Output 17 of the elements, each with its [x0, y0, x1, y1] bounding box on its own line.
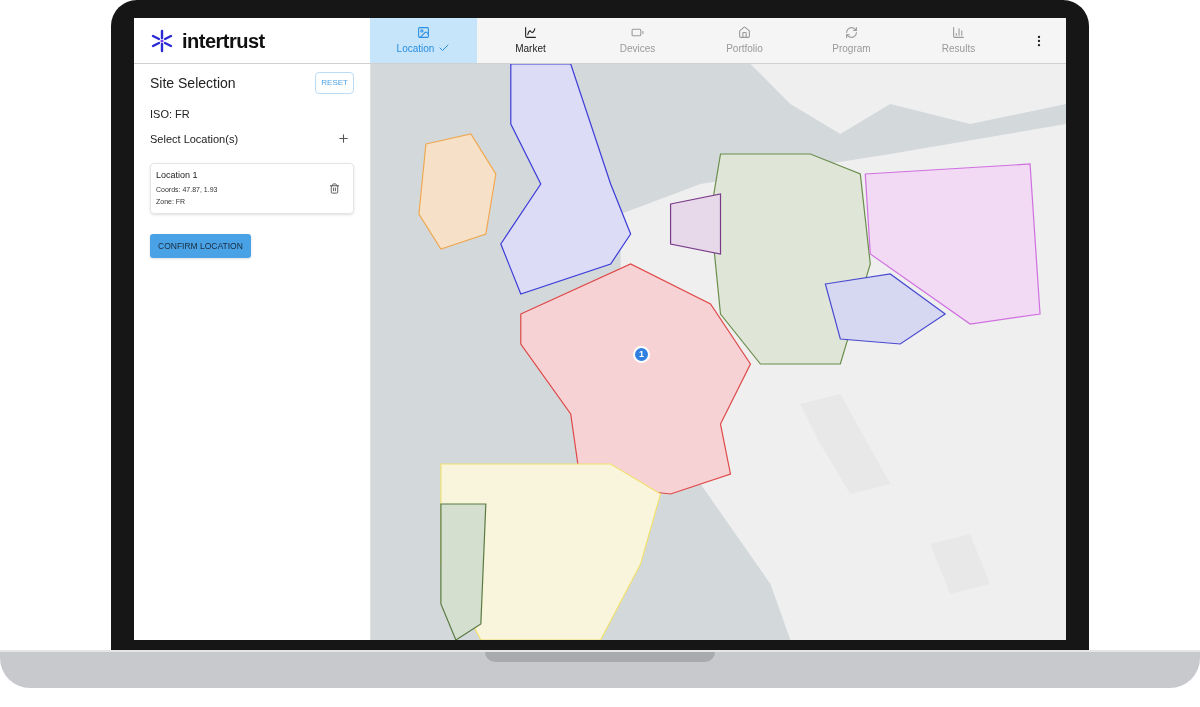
house-icon — [738, 25, 751, 39]
location-name: Location 1 — [156, 169, 199, 182]
image-icon — [417, 25, 430, 39]
check-icon — [438, 42, 451, 54]
panel-title: Site Selection — [150, 73, 236, 93]
select-locations-label: Select Location(s) — [150, 131, 239, 147]
delete-icon[interactable] — [329, 182, 340, 194]
step-tab[interactable]: Market — [477, 18, 584, 63]
add-icon[interactable] — [337, 132, 350, 146]
brand-name: intertrust — [182, 28, 265, 54]
step-tab[interactable]: Location — [370, 18, 477, 63]
reset-button[interactable]: RESET — [315, 72, 354, 94]
logo-icon — [150, 28, 174, 53]
cycle-icon — [845, 25, 858, 39]
confirm-location-button[interactable]: CONFIRM LOCATION — [150, 233, 251, 259]
iso-label: ISO: FR — [150, 107, 191, 122]
bar-chart-icon — [952, 25, 965, 39]
